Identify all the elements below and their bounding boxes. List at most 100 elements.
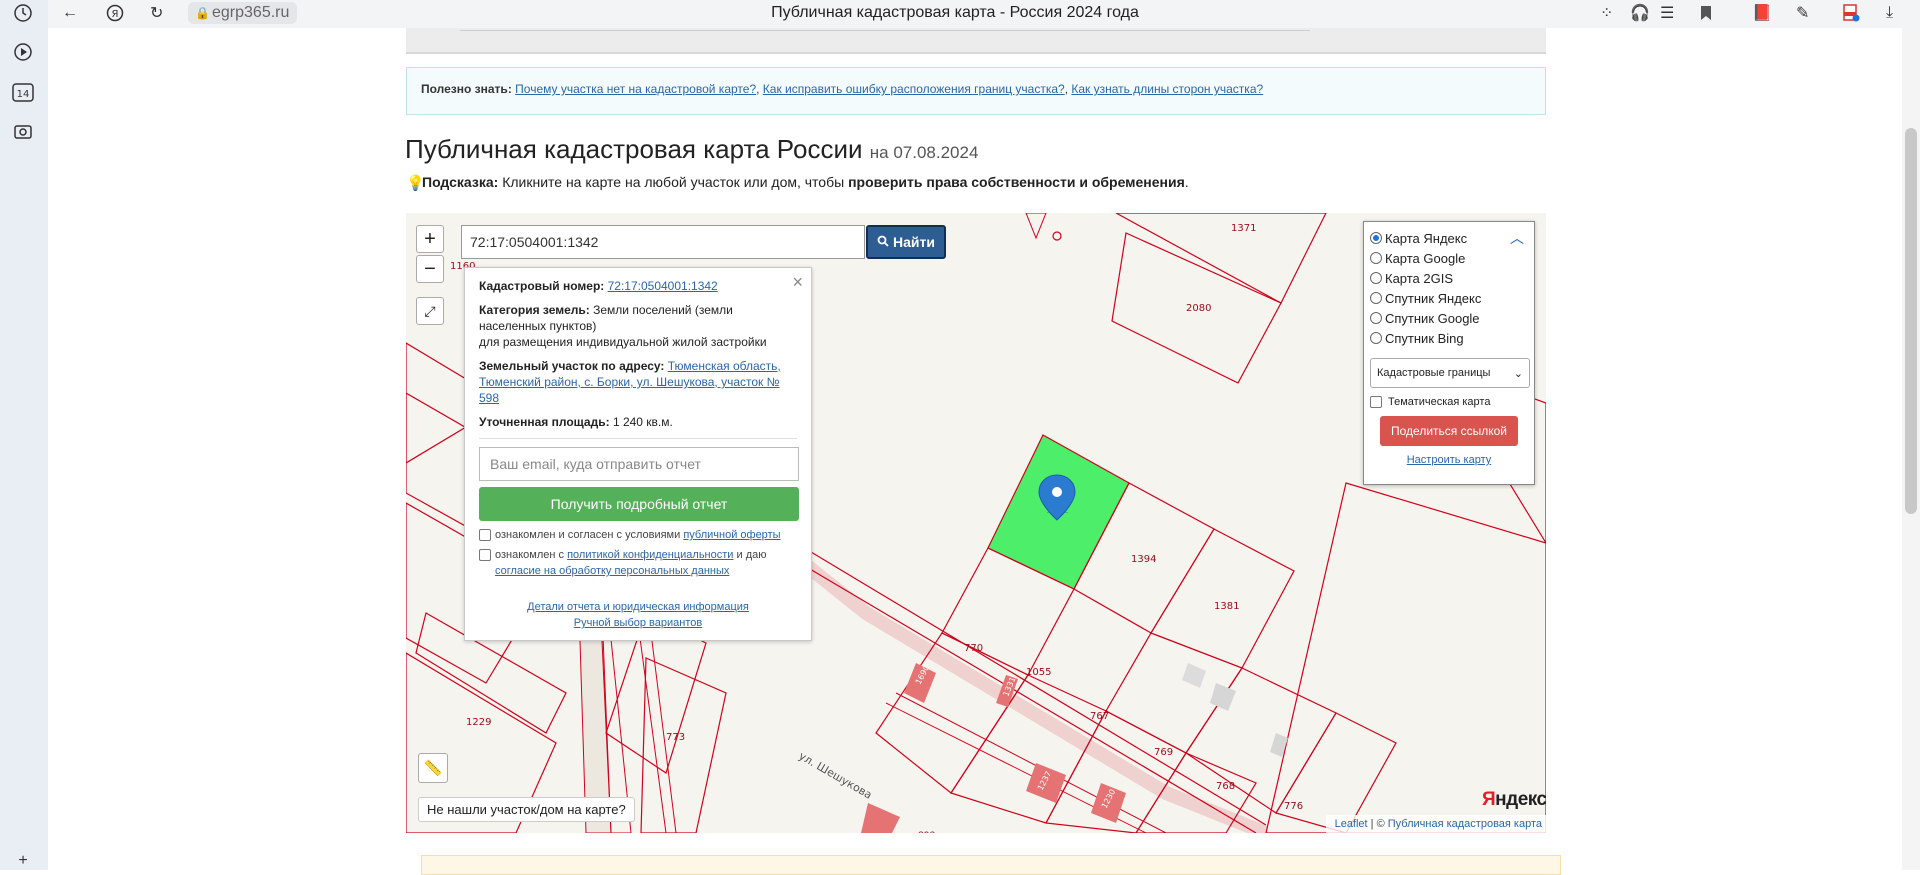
get-report-button[interactable]: Получить подробный отчет (479, 487, 799, 521)
reader-icon[interactable]: ☰ (1660, 2, 1674, 24)
radio-yandex-satellite[interactable] (1370, 292, 1382, 304)
history-icon[interactable] (10, 0, 36, 26)
zoom-in-button[interactable]: + (416, 225, 444, 253)
radio-yandex-map[interactable] (1370, 232, 1382, 244)
camera-icon[interactable] (10, 119, 36, 145)
parcel-label-1055: 1055 (1026, 667, 1051, 678)
browser-sidebar: 14 + (0, 0, 48, 870)
parcel-label-2080: 2080 (1186, 303, 1211, 314)
street-label: ул. Шешукова (797, 749, 875, 801)
extension-doc-icon[interactable]: 📕 (1752, 2, 1772, 24)
layer-option-google-satellite[interactable]: Спутник Google (1370, 308, 1528, 328)
search-button-label: Найти (893, 234, 935, 250)
back-icon[interactable]: ← (62, 2, 78, 24)
layer-option-yandex-satellite[interactable]: Спутник Яндекс (1370, 288, 1528, 308)
page-title-date: на 07.08.2024 (869, 143, 979, 162)
ruler-icon[interactable]: 📏 (418, 753, 448, 783)
layer-option-yandex-map[interactable]: Карта Яндекс (1370, 228, 1528, 248)
address-bar[interactable]: 🔒 egrp365.ru (188, 2, 298, 24)
tip-link-side-lengths[interactable]: Как узнать длины сторон участка? (1071, 82, 1263, 96)
configure-map-link[interactable]: Настроить карту (1370, 454, 1528, 466)
extension-pdf-icon[interactable] (1842, 2, 1860, 24)
privacy-checkbox[interactable] (479, 549, 491, 561)
not-found-button[interactable]: Не нашли участок/дом на карте? (418, 797, 635, 822)
parcel-label-770: 770 (964, 643, 983, 654)
radio-google-map[interactable] (1370, 252, 1382, 264)
parcel-label-773: 773 (666, 732, 685, 743)
hint: 💡Подсказка: Кликните на карте на любой у… (406, 174, 1189, 192)
tips-label: Полезно знать: (421, 82, 512, 96)
add-panel-icon[interactable]: + (10, 848, 36, 874)
parcel-label-1381: 1381 (1214, 601, 1239, 612)
hint-end: . (1184, 174, 1189, 190)
layer-switcher: ︿ Карта Яндекс Карта Google Карта 2GIS С… (1363, 221, 1535, 485)
radio-google-satellite[interactable] (1370, 312, 1382, 324)
chevron-up-icon[interactable]: ︿ (1510, 228, 1524, 248)
extensions-icon[interactable]: ⁘ (1600, 2, 1613, 24)
personal-data-link[interactable]: согласие на обработку персональных данны… (495, 565, 729, 577)
extension-check-icon[interactable]: ✎ (1796, 2, 1809, 24)
chevron-down-icon: ⌄ (1513, 367, 1523, 380)
parcel-label-776: 776 (1284, 801, 1303, 812)
area-value: 1 240 кв.м. (612, 415, 673, 429)
layer-option-2gis-map[interactable]: Карта 2GIS (1370, 268, 1528, 288)
report-details-link[interactable]: Детали отчета и юридическая информация (479, 601, 797, 613)
thematic-map-toggle[interactable]: Тематическая карта (1370, 396, 1528, 408)
headphones-icon[interactable]: 🎧 (1630, 2, 1650, 24)
tip-link-fix-boundaries[interactable]: Как исправить ошибку расположения границ… (763, 82, 1065, 96)
layer-option-google-map[interactable]: Карта Google (1370, 248, 1528, 268)
play-icon[interactable] (10, 39, 36, 65)
tip-link-missing-parcel[interactable]: Почему участка нет на кадастровой карте? (515, 82, 756, 96)
lightbulb-icon: 💡 (406, 175, 425, 192)
layer-option-bing-satellite[interactable]: Спутник Bing (1370, 328, 1528, 348)
offer-checkbox[interactable] (479, 529, 491, 541)
privacy-policy-link[interactable]: политикой конфиденциальности (567, 549, 733, 561)
page-title: Публичная кадастровая карта России на 07… (405, 134, 978, 165)
land-use: для размещения индивидуальной жилой заст… (479, 335, 767, 349)
offer-agreement-row: ознакомлен и согласен с условиями публич… (479, 527, 797, 543)
svg-text:Я: Я (112, 9, 119, 20)
calendar-icon[interactable]: 14 (10, 79, 36, 105)
lock-icon: 🔒 (195, 6, 210, 20)
cadastral-search-input[interactable] (461, 225, 865, 259)
share-link-button[interactable]: Поделиться ссылкой (1380, 416, 1518, 446)
manual-choice-link[interactable]: Ручной выбор вариантов (479, 617, 797, 629)
leaflet-link[interactable]: Leaflet (1335, 818, 1368, 830)
radio-bing-satellite[interactable] (1370, 332, 1382, 344)
downloads-icon[interactable]: ⤓ (1886, 2, 1893, 24)
bookmark-icon[interactable] (1700, 2, 1712, 24)
scrollbar-thumb[interactable] (1905, 128, 1917, 514)
zoom-out-button[interactable]: − (416, 255, 444, 283)
yandex-browser-icon[interactable]: Я (106, 2, 124, 24)
overlay-select[interactable]: Кадастровые границы ⌄ (1370, 358, 1530, 388)
parcel-label-768: 768 (1216, 781, 1235, 792)
cadastral-number-link[interactable]: 72:17:0504001:1342 (608, 279, 718, 293)
close-icon[interactable]: × (792, 272, 803, 293)
parcel-label-1371: 1371 (1231, 223, 1256, 234)
parcel-label-767: 767 (1090, 711, 1109, 722)
browser-toolbar: Публичная кадастровая карта - Россия 202… (0, 0, 1920, 28)
yandex-logo: Яндекс (1482, 789, 1546, 810)
hint-bold-text: проверить права собственности и обремене… (848, 174, 1185, 190)
parcel-label-1229: 1229 (466, 717, 491, 728)
parcel-label-898: 898 (918, 831, 935, 833)
parcel-label-769: 769 (1154, 747, 1173, 758)
hint-text: Кликните на карте на любой участок или д… (502, 174, 845, 190)
reload-icon[interactable]: ↻ (150, 2, 163, 24)
useful-tips: Полезно знать: Почему участка нет на кад… (406, 67, 1546, 115)
fullscreen-icon[interactable]: ⤢ (416, 297, 444, 325)
hint-label: Подсказка: (422, 174, 499, 190)
offer-link[interactable]: публичной оферты (683, 529, 780, 541)
radio-2gis-map[interactable] (1370, 272, 1382, 284)
calendar-badge: 14 (17, 89, 30, 100)
cadastral-source-link[interactable]: Публичная кадастровая карта (1388, 818, 1542, 830)
header-divider (460, 30, 1310, 31)
search-button[interactable]: Найти (866, 225, 946, 259)
page-title-text: Публичная кадастровая карта России (405, 134, 863, 164)
parcel-label-1394: 1394 (1131, 554, 1156, 565)
email-input[interactable]: Ваш email, куда отправить отчет (479, 447, 799, 481)
bottom-notice (421, 855, 1561, 875)
search-icon (877, 234, 889, 250)
thematic-checkbox[interactable] (1370, 396, 1382, 408)
url-text: egrp365.ru (212, 4, 290, 21)
